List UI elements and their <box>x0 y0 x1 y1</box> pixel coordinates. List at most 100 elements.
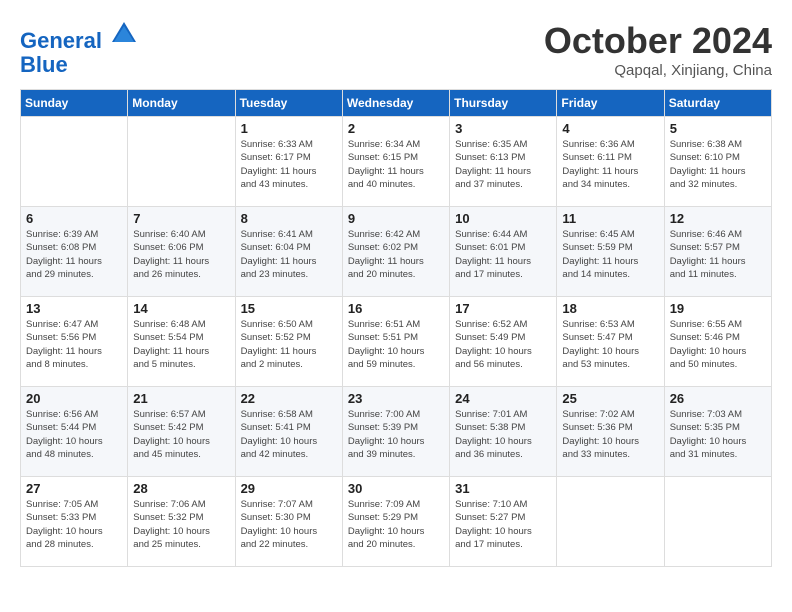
day-number: 10 <box>455 211 552 226</box>
calendar-cell <box>21 117 128 207</box>
calendar-cell: 17 Sunrise: 6:52 AM Sunset: 5:49 PM Dayli… <box>450 297 557 387</box>
day-number: 28 <box>133 481 230 496</box>
day-info: Sunrise: 6:35 AM Sunset: 6:13 PM Dayligh… <box>455 138 552 191</box>
calendar-cell: 10 Sunrise: 6:44 AM Sunset: 6:01 PM Dayli… <box>450 207 557 297</box>
day-info: Sunrise: 6:46 AM Sunset: 5:57 PM Dayligh… <box>670 228 767 281</box>
day-info: Sunrise: 6:40 AM Sunset: 6:06 PM Dayligh… <box>133 228 230 281</box>
day-number: 5 <box>670 121 767 136</box>
day-number: 27 <box>26 481 123 496</box>
weekday-header-wednesday: Wednesday <box>342 90 449 117</box>
day-info: Sunrise: 6:38 AM Sunset: 6:10 PM Dayligh… <box>670 138 767 191</box>
month-title: October 2024 <box>544 20 772 62</box>
calendar-cell: 26 Sunrise: 7:03 AM Sunset: 5:35 PM Dayli… <box>664 387 771 477</box>
day-number: 16 <box>348 301 445 316</box>
day-info: Sunrise: 6:52 AM Sunset: 5:49 PM Dayligh… <box>455 318 552 371</box>
day-number: 15 <box>241 301 338 316</box>
day-info: Sunrise: 6:48 AM Sunset: 5:54 PM Dayligh… <box>133 318 230 371</box>
day-number: 3 <box>455 121 552 136</box>
day-info: Sunrise: 6:36 AM Sunset: 6:11 PM Dayligh… <box>562 138 659 191</box>
day-info: Sunrise: 7:09 AM Sunset: 5:29 PM Dayligh… <box>348 498 445 551</box>
day-info: Sunrise: 6:44 AM Sunset: 6:01 PM Dayligh… <box>455 228 552 281</box>
day-number: 22 <box>241 391 338 406</box>
day-info: Sunrise: 7:00 AM Sunset: 5:39 PM Dayligh… <box>348 408 445 461</box>
day-number: 31 <box>455 481 552 496</box>
calendar-cell <box>128 117 235 207</box>
day-number: 14 <box>133 301 230 316</box>
day-info: Sunrise: 6:56 AM Sunset: 5:44 PM Dayligh… <box>26 408 123 461</box>
location-subtitle: Qapqal, Xinjiang, China <box>544 62 772 79</box>
day-info: Sunrise: 6:34 AM Sunset: 6:15 PM Dayligh… <box>348 138 445 191</box>
calendar-cell: 14 Sunrise: 6:48 AM Sunset: 5:54 PM Dayli… <box>128 297 235 387</box>
day-info: Sunrise: 6:42 AM Sunset: 6:02 PM Dayligh… <box>348 228 445 281</box>
day-info: Sunrise: 6:55 AM Sunset: 5:46 PM Dayligh… <box>670 318 767 371</box>
calendar-cell: 7 Sunrise: 6:40 AM Sunset: 6:06 PM Daylig… <box>128 207 235 297</box>
page-header: General Blue October 2024 Qapqal, Xinjia… <box>20 20 772 79</box>
calendar-cell: 12 Sunrise: 6:46 AM Sunset: 5:57 PM Dayli… <box>664 207 771 297</box>
day-info: Sunrise: 6:50 AM Sunset: 5:52 PM Dayligh… <box>241 318 338 371</box>
day-number: 11 <box>562 211 659 226</box>
calendar-cell: 16 Sunrise: 6:51 AM Sunset: 5:51 PM Dayli… <box>342 297 449 387</box>
day-info: Sunrise: 6:41 AM Sunset: 6:04 PM Dayligh… <box>241 228 338 281</box>
day-number: 7 <box>133 211 230 226</box>
logo-icon <box>110 20 138 48</box>
calendar-cell: 28 Sunrise: 7:06 AM Sunset: 5:32 PM Dayli… <box>128 477 235 567</box>
calendar-cell: 13 Sunrise: 6:47 AM Sunset: 5:56 PM Dayli… <box>21 297 128 387</box>
calendar-cell: 3 Sunrise: 6:35 AM Sunset: 6:13 PM Daylig… <box>450 117 557 207</box>
day-number: 21 <box>133 391 230 406</box>
logo: General Blue <box>20 20 138 77</box>
day-info: Sunrise: 6:47 AM Sunset: 5:56 PM Dayligh… <box>26 318 123 371</box>
day-number: 9 <box>348 211 445 226</box>
day-info: Sunrise: 6:33 AM Sunset: 6:17 PM Dayligh… <box>241 138 338 191</box>
weekday-header-monday: Monday <box>128 90 235 117</box>
day-number: 23 <box>348 391 445 406</box>
logo-general: General <box>20 28 102 53</box>
calendar-cell: 6 Sunrise: 6:39 AM Sunset: 6:08 PM Daylig… <box>21 207 128 297</box>
calendar-week-4: 20Sunrise: 6:56 AM Sunset: 5:44 PM Dayli… <box>21 387 772 477</box>
weekday-header-tuesday: Tuesday <box>235 90 342 117</box>
calendar-cell <box>557 477 664 567</box>
day-number: 19 <box>670 301 767 316</box>
day-info: Sunrise: 7:03 AM Sunset: 5:35 PM Dayligh… <box>670 408 767 461</box>
calendar-week-2: 6 Sunrise: 6:39 AM Sunset: 6:08 PM Daylig… <box>21 207 772 297</box>
day-number: 17 <box>455 301 552 316</box>
calendar-cell: 27Sunrise: 7:05 AM Sunset: 5:33 PM Dayli… <box>21 477 128 567</box>
day-info: Sunrise: 6:39 AM Sunset: 6:08 PM Dayligh… <box>26 228 123 281</box>
day-number: 1 <box>241 121 338 136</box>
calendar-cell: 20Sunrise: 6:56 AM Sunset: 5:44 PM Dayli… <box>21 387 128 477</box>
day-info: Sunrise: 6:58 AM Sunset: 5:41 PM Dayligh… <box>241 408 338 461</box>
day-info: Sunrise: 7:02 AM Sunset: 5:36 PM Dayligh… <box>562 408 659 461</box>
day-number: 30 <box>348 481 445 496</box>
calendar-cell: 11Sunrise: 6:45 AM Sunset: 5:59 PM Dayli… <box>557 207 664 297</box>
title-block: October 2024 Qapqal, Xinjiang, China <box>544 20 772 79</box>
calendar-cell: 15 Sunrise: 6:50 AM Sunset: 5:52 PM Dayli… <box>235 297 342 387</box>
calendar-cell: 4Sunrise: 6:36 AM Sunset: 6:11 PM Daylig… <box>557 117 664 207</box>
day-number: 2 <box>348 121 445 136</box>
calendar-cell: 23 Sunrise: 7:00 AM Sunset: 5:39 PM Dayli… <box>342 387 449 477</box>
weekday-header-row: SundayMondayTuesdayWednesdayThursdayFrid… <box>21 90 772 117</box>
day-info: Sunrise: 7:01 AM Sunset: 5:38 PM Dayligh… <box>455 408 552 461</box>
calendar-cell: 21 Sunrise: 6:57 AM Sunset: 5:42 PM Dayli… <box>128 387 235 477</box>
day-number: 12 <box>670 211 767 226</box>
calendar-week-3: 13 Sunrise: 6:47 AM Sunset: 5:56 PM Dayli… <box>21 297 772 387</box>
day-number: 18 <box>562 301 659 316</box>
calendar-week-1: 1 Sunrise: 6:33 AM Sunset: 6:17 PM Daylig… <box>21 117 772 207</box>
day-number: 8 <box>241 211 338 226</box>
calendar-cell: 19 Sunrise: 6:55 AM Sunset: 5:46 PM Dayli… <box>664 297 771 387</box>
calendar-cell: 18Sunrise: 6:53 AM Sunset: 5:47 PM Dayli… <box>557 297 664 387</box>
calendar-cell <box>664 477 771 567</box>
calendar-cell: 25Sunrise: 7:02 AM Sunset: 5:36 PM Dayli… <box>557 387 664 477</box>
calendar-cell: 29Sunrise: 7:07 AM Sunset: 5:30 PM Dayli… <box>235 477 342 567</box>
day-number: 13 <box>26 301 123 316</box>
day-number: 26 <box>670 391 767 406</box>
day-info: Sunrise: 7:06 AM Sunset: 5:32 PM Dayligh… <box>133 498 230 551</box>
calendar-cell: 8 Sunrise: 6:41 AM Sunset: 6:04 PM Daylig… <box>235 207 342 297</box>
weekday-header-friday: Friday <box>557 90 664 117</box>
calendar-table: SundayMondayTuesdayWednesdayThursdayFrid… <box>20 89 772 567</box>
day-info: Sunrise: 6:51 AM Sunset: 5:51 PM Dayligh… <box>348 318 445 371</box>
calendar-cell: 22 Sunrise: 6:58 AM Sunset: 5:41 PM Dayli… <box>235 387 342 477</box>
calendar-week-5: 27Sunrise: 7:05 AM Sunset: 5:33 PM Dayli… <box>21 477 772 567</box>
day-number: 6 <box>26 211 123 226</box>
day-number: 29 <box>241 481 338 496</box>
weekday-header-saturday: Saturday <box>664 90 771 117</box>
day-info: Sunrise: 6:57 AM Sunset: 5:42 PM Dayligh… <box>133 408 230 461</box>
